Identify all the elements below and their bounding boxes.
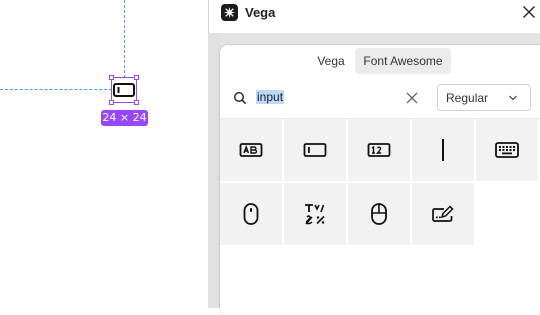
size-badge: 24 × 24 <box>101 110 148 126</box>
close-icon <box>523 6 535 18</box>
icon-style-value: Regular <box>446 91 489 105</box>
i-cursor-icon <box>442 139 444 161</box>
resize-handle-bottom-left[interactable] <box>109 100 114 105</box>
tab-vega[interactable]: Vega <box>309 48 353 74</box>
keyboard-icon <box>495 142 519 158</box>
icon-result-3[interactable] <box>348 119 410 181</box>
vertical-guide <box>124 0 125 78</box>
icon-picker-panel: Vega Font Awesome input Regular <box>220 45 540 315</box>
input-text-icon <box>239 143 263 157</box>
search-icon <box>233 91 247 105</box>
close-button[interactable] <box>522 5 536 19</box>
text-input-symbols-icon <box>305 204 325 225</box>
plugin-window: Vega Vega Font Awesome input Regular <box>208 0 540 315</box>
icon-result-7[interactable] <box>284 183 346 245</box>
input-pen-icon <box>432 205 454 222</box>
title-bar: Vega <box>208 0 540 33</box>
horizontal-guide <box>0 89 112 90</box>
icon-result-6[interactable] <box>220 183 282 245</box>
library-tabs: Vega Font Awesome <box>220 48 540 74</box>
input-field-icon <box>113 83 135 97</box>
input-field-icon <box>303 143 327 157</box>
search-value: input <box>256 90 285 104</box>
input-numeric-icon <box>367 143 391 157</box>
icon-result-9[interactable] <box>412 183 474 245</box>
clear-search-icon[interactable] <box>406 92 418 104</box>
window-margin <box>208 33 220 308</box>
icon-style-select[interactable]: Regular <box>437 84 531 111</box>
search-input[interactable]: input <box>220 82 430 114</box>
icon-result-8[interactable] <box>348 183 410 245</box>
design-canvas[interactable]: 24 × 24 <box>0 0 208 308</box>
chevron-down-icon <box>509 95 517 101</box>
vega-logo-icon <box>221 4 238 21</box>
icon-result-2[interactable] <box>284 119 346 181</box>
resize-handle-top-left[interactable] <box>109 75 114 80</box>
icon-result-5[interactable] <box>476 119 538 181</box>
resize-handle-top-right[interactable] <box>134 75 139 80</box>
icon-result-4[interactable] <box>412 119 474 181</box>
resize-handle-bottom-right[interactable] <box>134 100 139 105</box>
mouse-icon <box>371 203 387 225</box>
tab-font-awesome[interactable]: Font Awesome <box>355 48 451 74</box>
icon-result-1[interactable] <box>220 119 282 181</box>
computer-mouse-icon <box>243 203 259 225</box>
window-title: Vega <box>245 5 276 20</box>
